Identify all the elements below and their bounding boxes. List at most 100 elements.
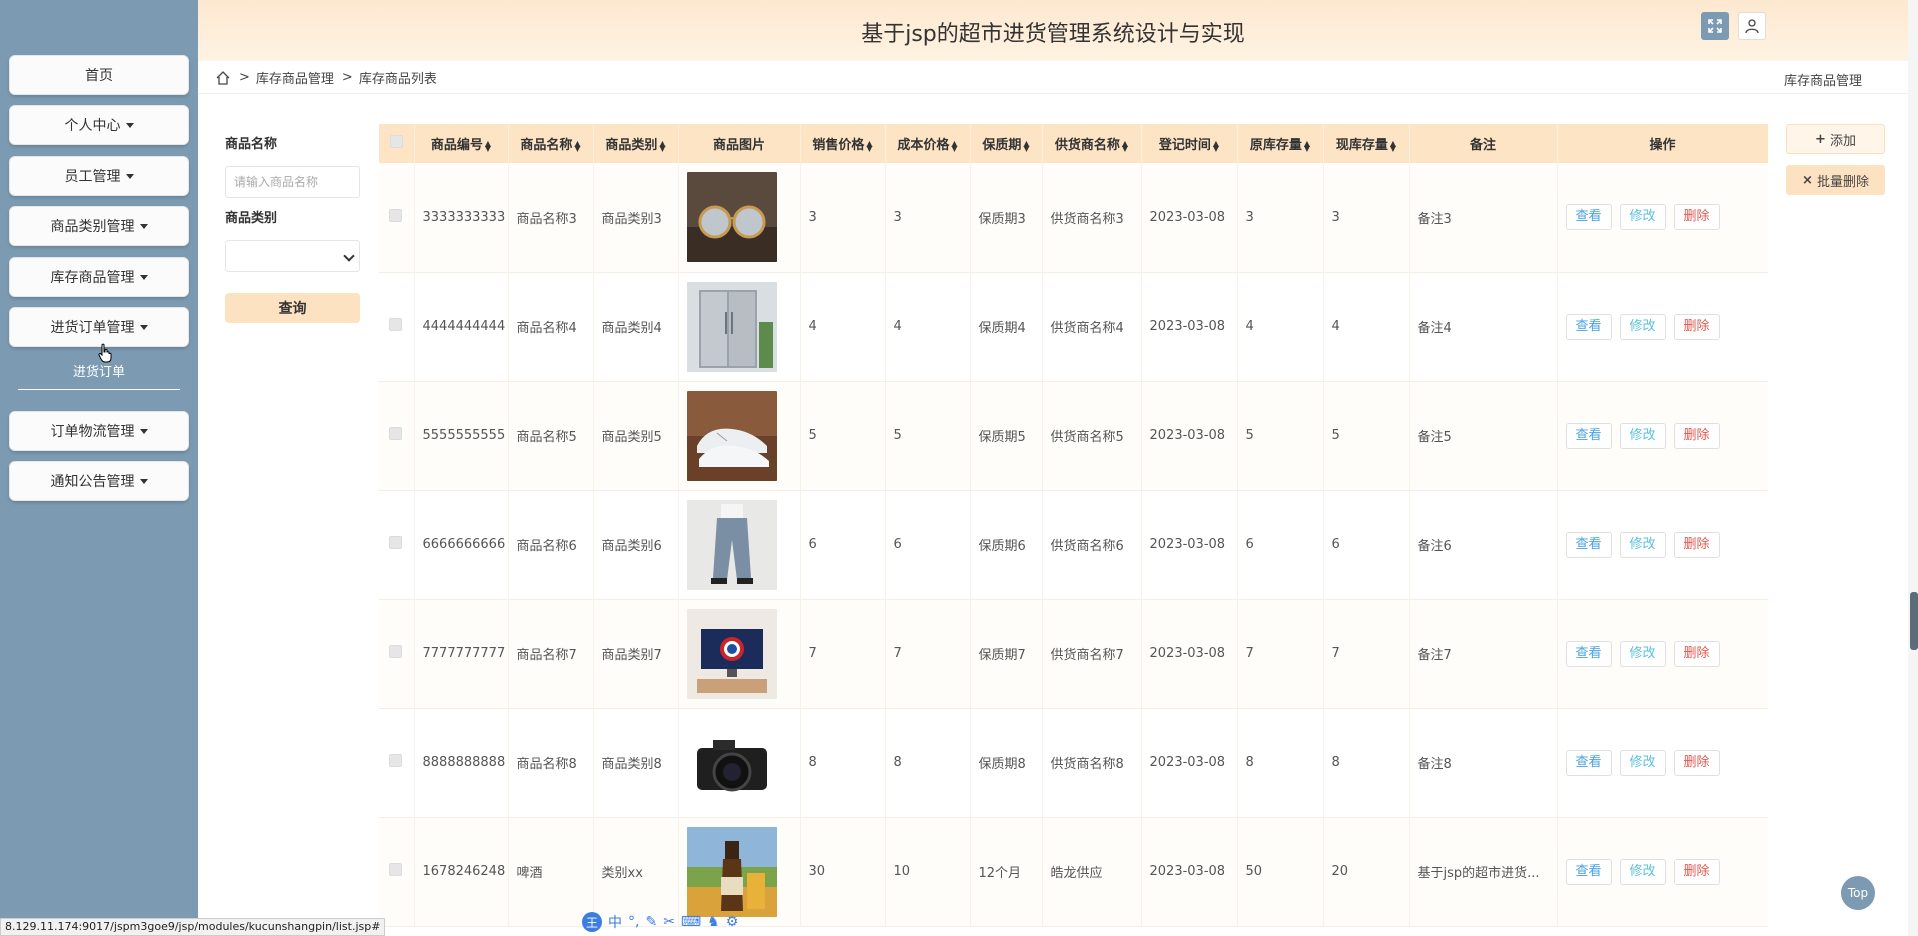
cell-sale: 8 bbox=[800, 708, 886, 817]
delete-button[interactable]: 删除 bbox=[1673, 531, 1720, 558]
pen-icon[interactable]: ✎ bbox=[645, 914, 657, 930]
product-image[interactable] bbox=[686, 499, 800, 590]
view-button[interactable]: 查看 bbox=[1565, 313, 1612, 340]
user-button[interactable] bbox=[1738, 12, 1766, 40]
delete-button[interactable]: 删除 bbox=[1673, 422, 1720, 449]
row-checkbox[interactable] bbox=[389, 427, 402, 440]
col-header[interactable]: 销售价格 ▲ ▼ bbox=[800, 124, 886, 163]
product-image[interactable] bbox=[686, 608, 800, 699]
product-image[interactable] bbox=[686, 390, 800, 481]
product-image[interactable] bbox=[686, 717, 800, 808]
cell-orig: 50 bbox=[1237, 817, 1324, 926]
add-button[interactable]: + 添加 bbox=[1786, 124, 1885, 154]
col-header: 操作 bbox=[1557, 124, 1768, 163]
product-image-cell bbox=[678, 381, 801, 490]
scissors-icon[interactable]: ✂ bbox=[663, 914, 675, 930]
col-header[interactable]: 现库存量 ▲ ▼ bbox=[1323, 124, 1410, 163]
nav-category[interactable]: 商品类别管理 bbox=[9, 206, 189, 246]
edit-button[interactable]: 修改 bbox=[1619, 313, 1666, 340]
close-icon: × bbox=[1802, 172, 1813, 188]
view-button[interactable]: 查看 bbox=[1565, 640, 1612, 667]
col-header[interactable]: 供货商名称 ▲ ▼ bbox=[1042, 124, 1142, 163]
edit-button[interactable]: 修改 bbox=[1619, 422, 1666, 449]
row-checkbox[interactable] bbox=[389, 318, 402, 331]
view-button[interactable]: 查看 bbox=[1565, 422, 1612, 449]
query-button[interactable]: 查询 bbox=[225, 293, 360, 323]
nav-label: 首页 bbox=[85, 68, 113, 84]
edit-button[interactable]: 修改 bbox=[1619, 749, 1666, 776]
view-button[interactable]: 查看 bbox=[1565, 531, 1612, 558]
product-name-input[interactable] bbox=[225, 166, 360, 198]
edit-button[interactable]: 修改 bbox=[1619, 640, 1666, 667]
nav-home[interactable]: 首页 bbox=[9, 55, 189, 95]
scroll-thumb[interactable] bbox=[1910, 592, 1918, 650]
batch-delete-button[interactable]: × 批量删除 bbox=[1786, 165, 1885, 195]
cell-code: 3333333333 bbox=[414, 163, 509, 272]
view-button[interactable]: 查看 bbox=[1565, 749, 1612, 776]
ime-language-toggle[interactable]: 中 bbox=[608, 912, 622, 932]
back-to-top-button[interactable]: Top bbox=[1841, 876, 1875, 910]
skin-icon[interactable]: ♞ bbox=[707, 914, 720, 930]
view-button[interactable]: 查看 bbox=[1565, 858, 1612, 885]
view-button[interactable]: 查看 bbox=[1565, 204, 1612, 231]
punctuation-icon[interactable]: °, bbox=[628, 914, 639, 930]
nav-notice[interactable]: 通知公告管理 bbox=[9, 461, 189, 501]
keyboard-icon[interactable]: ⌨ bbox=[681, 914, 701, 930]
fullscreen-button[interactable] bbox=[1701, 12, 1729, 40]
select-all-checkbox[interactable] bbox=[389, 135, 403, 148]
product-image[interactable] bbox=[686, 281, 800, 372]
edit-button[interactable]: 修改 bbox=[1619, 204, 1666, 231]
col-header[interactable]: 商品编号 ▲ ▼ bbox=[414, 124, 509, 163]
row-checkbox[interactable] bbox=[389, 536, 402, 549]
breadcrumb-item[interactable]: 库存商品管理 bbox=[256, 68, 334, 87]
col-header[interactable]: 登记时间 ▲ ▼ bbox=[1141, 124, 1238, 163]
nav-purchase-order[interactable]: 进货订单管理 bbox=[9, 307, 189, 347]
sidebar: 首页 个人中心 员工管理 商品类别管理 库存商品管理 进货订单管理 进货订单 订… bbox=[0, 0, 198, 936]
sort-icon: ▲ ▼ bbox=[1121, 138, 1129, 153]
col-header[interactable]: 保质期 ▲ ▼ bbox=[970, 124, 1043, 163]
row-checkbox[interactable] bbox=[389, 863, 402, 876]
delete-button[interactable]: 删除 bbox=[1673, 749, 1720, 776]
actions-cell: 查看 修改 删除 bbox=[1557, 817, 1768, 926]
cell-sale: 7 bbox=[800, 599, 886, 708]
cell-note: 备注7 bbox=[1409, 599, 1558, 708]
product-image[interactable] bbox=[686, 826, 800, 917]
edit-button[interactable]: 修改 bbox=[1619, 858, 1666, 885]
delete-button[interactable]: 删除 bbox=[1673, 204, 1720, 231]
nav-inventory[interactable]: 库存商品管理 bbox=[9, 257, 189, 297]
select-all-cell bbox=[379, 124, 415, 163]
edit-button[interactable]: 修改 bbox=[1619, 531, 1666, 558]
sort-icon: ▲ ▼ bbox=[1023, 138, 1030, 153]
gear-icon[interactable]: ⚙ bbox=[726, 914, 739, 930]
cell-orig: 8 bbox=[1237, 708, 1324, 817]
cell-supplier: 供货商名称4 bbox=[1042, 272, 1142, 381]
row-checkbox[interactable] bbox=[389, 208, 402, 222]
product-category-select[interactable] bbox=[225, 240, 360, 272]
sort-icon: ▲ ▼ bbox=[951, 138, 958, 153]
delete-button[interactable]: 删除 bbox=[1673, 858, 1720, 885]
vertical-scrollbar[interactable] bbox=[1908, 0, 1918, 936]
row-checkbox[interactable] bbox=[389, 645, 402, 658]
ime-logo-icon[interactable]: 王 bbox=[582, 912, 602, 932]
cell-shelf: 保质期6 bbox=[970, 490, 1043, 599]
page-title: 基于jsp的超市进货管理系统设计与实现 bbox=[861, 22, 1245, 47]
cell-cost: 4 bbox=[885, 272, 971, 381]
delete-button[interactable]: 删除 bbox=[1673, 640, 1720, 667]
nav-logistics[interactable]: 订单物流管理 bbox=[9, 411, 189, 451]
col-header[interactable]: 商品名称 ▲ ▼ bbox=[508, 124, 594, 163]
col-header[interactable]: 商品类别 ▲ ▼ bbox=[593, 124, 679, 163]
cell-category: 商品类别3 bbox=[593, 163, 679, 272]
mouse-cursor-icon bbox=[98, 343, 112, 363]
sort-icon: ▲ ▼ bbox=[866, 138, 873, 153]
nav-personal-center[interactable]: 个人中心 bbox=[9, 105, 189, 145]
cell-name: 商品名称4 bbox=[508, 272, 594, 381]
col-header[interactable]: 原库存量 ▲ ▼ bbox=[1237, 124, 1324, 163]
product-image[interactable] bbox=[686, 172, 800, 263]
product-table: 商品编号 ▲ ▼ 商品名称 ▲ ▼ 商品类别 ▲ ▼ 商品图片 销售价格 ▲ ▼ 成本价格 ▲ ▼ … bbox=[379, 124, 1768, 936]
delete-button[interactable]: 删除 bbox=[1673, 313, 1720, 340]
subnav-purchase-order[interactable]: 进货订单 bbox=[18, 362, 180, 390]
col-header[interactable]: 成本价格 ▲ ▼ bbox=[885, 124, 971, 163]
row-checkbox[interactable] bbox=[389, 754, 402, 767]
home-icon[interactable] bbox=[215, 70, 231, 86]
nav-staff[interactable]: 员工管理 bbox=[9, 156, 189, 196]
